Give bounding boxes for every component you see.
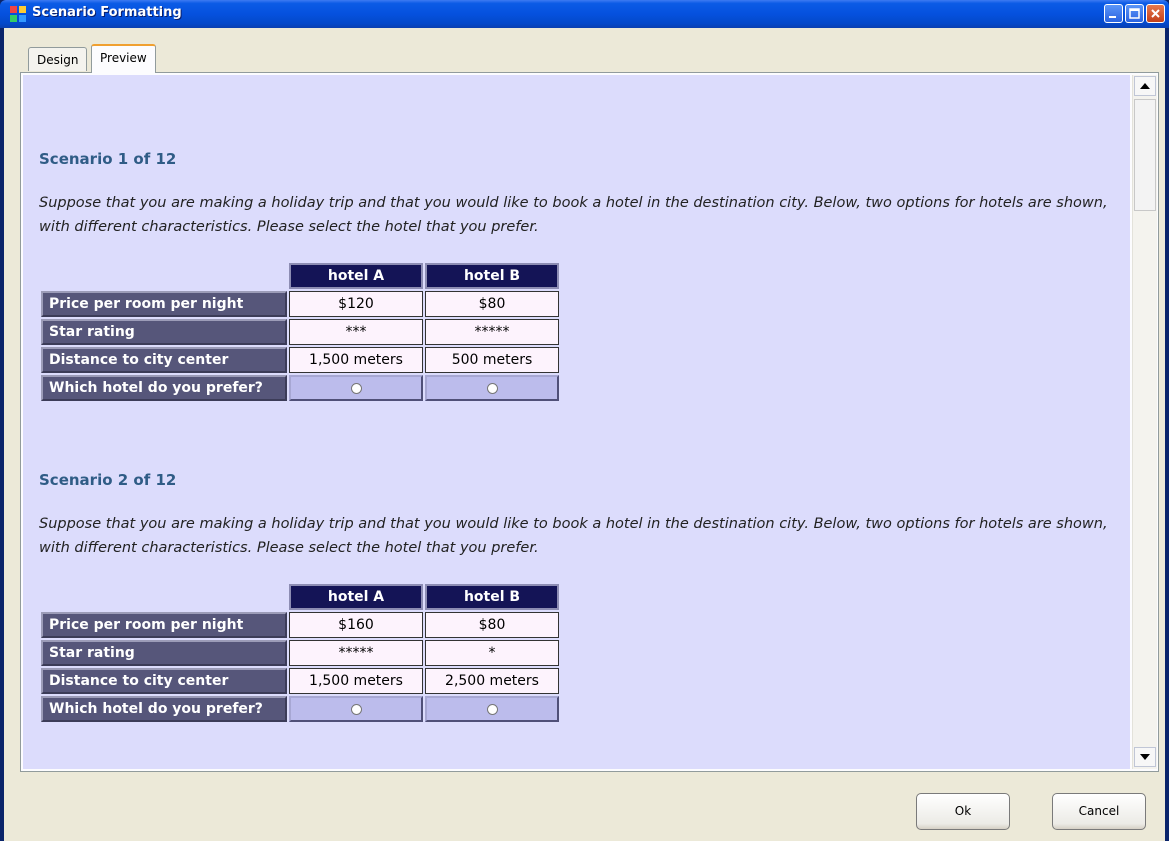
radio-hotel-a[interactable] bbox=[350, 703, 362, 715]
client-area: Design Preview Scenario 1 of 12 Suppose … bbox=[4, 28, 1165, 841]
scenario-1-table: hotel A hotel B Price per room per night… bbox=[39, 261, 561, 403]
scroll-up-button[interactable] bbox=[1134, 76, 1156, 96]
table-corner bbox=[41, 584, 287, 610]
price-hotel-a: $160 bbox=[289, 612, 423, 638]
title-bar[interactable]: Scenario Formatting bbox=[0, 0, 1169, 28]
row-label-distance: Distance to city center bbox=[41, 668, 287, 694]
radio-cell-hotel-b[interactable] bbox=[425, 696, 559, 722]
table-row: Star rating ***** * bbox=[41, 640, 559, 666]
row-label-price: Price per room per night bbox=[41, 612, 287, 638]
row-label-price: Price per room per night bbox=[41, 291, 287, 317]
table-row: Price per room per night $120 $80 bbox=[41, 291, 559, 317]
close-icon bbox=[1151, 9, 1160, 18]
table-corner bbox=[41, 263, 287, 289]
distance-hotel-b: 2,500 meters bbox=[425, 668, 559, 694]
tab-preview[interactable]: Preview bbox=[91, 44, 156, 73]
minimize-button[interactable] bbox=[1104, 4, 1123, 23]
app-icon bbox=[10, 6, 26, 22]
stars-hotel-b: ***** bbox=[425, 319, 559, 345]
row-label-distance: Distance to city center bbox=[41, 347, 287, 373]
scenario-1-text: Suppose that you are making a holiday tr… bbox=[39, 195, 1108, 235]
scenario-2-table: hotel A hotel B Price per room per night… bbox=[39, 582, 561, 724]
table-row: Distance to city center 1,500 meters 2,5… bbox=[41, 668, 559, 694]
scroll-down-button[interactable] bbox=[1134, 747, 1156, 767]
row-label-star-rating: Star rating bbox=[41, 319, 287, 345]
row-label-star-rating: Star rating bbox=[41, 640, 287, 666]
stars-hotel-a: ***** bbox=[289, 640, 423, 666]
radio-cell-hotel-a[interactable] bbox=[289, 696, 423, 722]
preview-area: Scenario 1 of 12 Suppose that you are ma… bbox=[23, 75, 1130, 769]
radio-hotel-b[interactable] bbox=[486, 382, 498, 394]
preview-panel: Scenario 1 of 12 Suppose that you are ma… bbox=[20, 72, 1159, 772]
distance-hotel-a: 1,500 meters bbox=[289, 347, 423, 373]
radio-cell-hotel-a[interactable] bbox=[289, 375, 423, 401]
table-row: Star rating *** ***** bbox=[41, 319, 559, 345]
header-hotel-b: hotel B bbox=[425, 263, 559, 289]
maximize-icon bbox=[1129, 8, 1140, 19]
stars-hotel-a: *** bbox=[289, 319, 423, 345]
scenario-2-title: Scenario 2 of 12 bbox=[39, 471, 177, 489]
table-row: Distance to city center 1,500 meters 500… bbox=[41, 347, 559, 373]
header-hotel-a: hotel A bbox=[289, 584, 423, 610]
scenario-formatting-window: Scenario Formatting Design Preview Scena… bbox=[0, 0, 1169, 841]
arrow-up-icon bbox=[1140, 83, 1150, 89]
ok-button[interactable]: Ok bbox=[916, 793, 1010, 830]
header-hotel-b: hotel B bbox=[425, 584, 559, 610]
radio-cell-hotel-b[interactable] bbox=[425, 375, 559, 401]
table-row: Which hotel do you prefer? bbox=[41, 696, 559, 722]
scenario-1-title: Scenario 1 of 12 bbox=[39, 150, 177, 168]
tab-design[interactable]: Design bbox=[28, 47, 88, 71]
row-label-preference: Which hotel do you prefer? bbox=[41, 375, 287, 401]
cancel-button[interactable]: Cancel bbox=[1052, 793, 1146, 830]
close-button[interactable] bbox=[1146, 4, 1165, 23]
scroll-thumb[interactable] bbox=[1134, 99, 1156, 211]
maximize-button[interactable] bbox=[1125, 4, 1144, 23]
radio-hotel-b[interactable] bbox=[486, 703, 498, 715]
vertical-scrollbar[interactable] bbox=[1132, 75, 1157, 769]
header-hotel-a: hotel A bbox=[289, 263, 423, 289]
stars-hotel-b: * bbox=[425, 640, 559, 666]
price-hotel-b: $80 bbox=[425, 612, 559, 638]
price-hotel-a: $120 bbox=[289, 291, 423, 317]
distance-hotel-b: 500 meters bbox=[425, 347, 559, 373]
arrow-down-icon bbox=[1140, 754, 1150, 760]
distance-hotel-a: 1,500 meters bbox=[289, 668, 423, 694]
window-title: Scenario Formatting bbox=[32, 5, 182, 20]
table-row: Price per room per night $160 $80 bbox=[41, 612, 559, 638]
table-row: Which hotel do you prefer? bbox=[41, 375, 559, 401]
row-label-preference: Which hotel do you prefer? bbox=[41, 696, 287, 722]
radio-hotel-a[interactable] bbox=[350, 382, 362, 394]
scenario-2-text: Suppose that you are making a holiday tr… bbox=[39, 516, 1108, 556]
price-hotel-b: $80 bbox=[425, 291, 559, 317]
minimize-icon bbox=[1109, 16, 1116, 18]
